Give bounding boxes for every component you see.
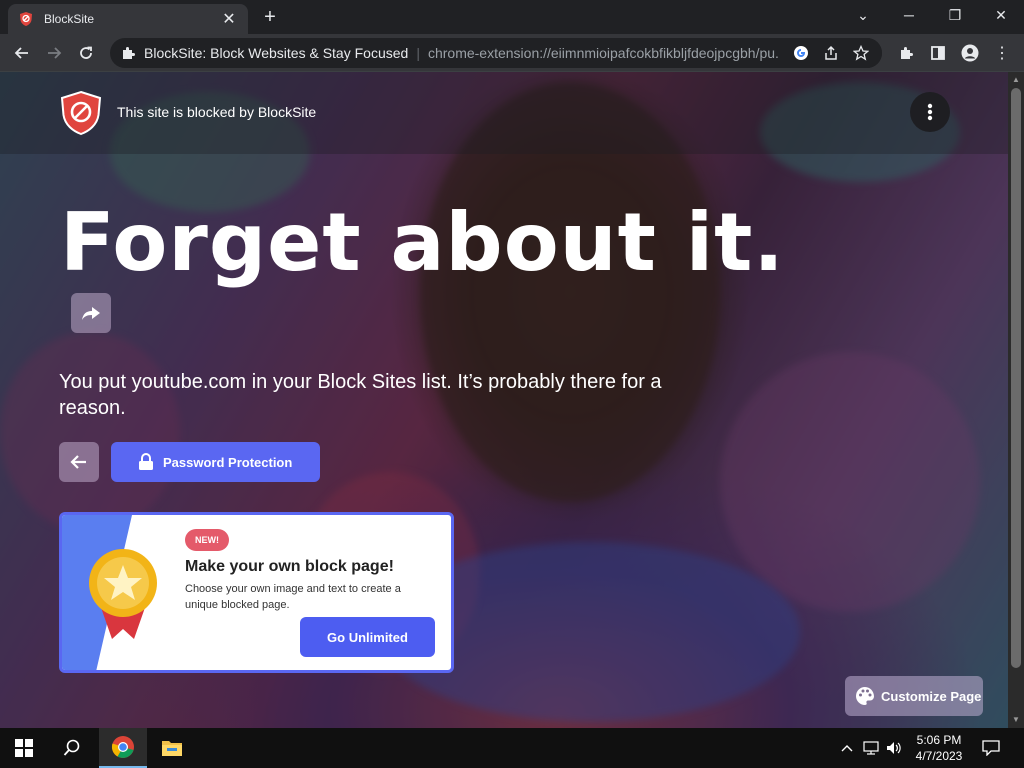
new-tab-button[interactable]: + bbox=[258, 5, 282, 29]
new-badge: NEW! bbox=[185, 529, 229, 551]
password-protection-label: Password Protection bbox=[163, 454, 293, 470]
back-arrow-icon bbox=[70, 455, 86, 469]
page-headline: Forget about it. bbox=[60, 196, 785, 289]
share-arrow-icon bbox=[82, 307, 100, 320]
address-page-title: BlockSite: Block Websites & Stay Focused bbox=[144, 45, 409, 61]
palette-icon bbox=[856, 687, 874, 705]
scroll-up-arrow-icon[interactable]: ▲ bbox=[1008, 72, 1024, 88]
promo-title: Make your own block page! bbox=[185, 558, 394, 575]
bookmark-star-icon[interactable] bbox=[846, 38, 876, 68]
browser-tab[interactable]: BlockSite ✕ bbox=[8, 4, 248, 34]
browser-menu-icon[interactable]: ⋮ bbox=[988, 39, 1016, 67]
upgrade-promo-card: NEW! Make your own block page! Choose yo… bbox=[59, 512, 454, 673]
promo-description: Choose your own image and text to create… bbox=[185, 583, 401, 611]
file-explorer-taskbar-button[interactable] bbox=[148, 728, 196, 768]
taskbar-clock[interactable]: 5:06 PM 4/7/2023 bbox=[906, 732, 972, 764]
tab-strip: BlockSite ✕ + ⌄ ─ ❐ ✕ bbox=[0, 0, 1024, 34]
address-bar-actions bbox=[780, 38, 882, 68]
customize-page-button[interactable]: Customize Page bbox=[845, 676, 983, 716]
forward-nav-icon[interactable] bbox=[40, 39, 68, 67]
go-unlimited-button[interactable]: Go Unlimited bbox=[300, 617, 435, 657]
blocksite-logo-icon bbox=[60, 90, 102, 136]
google-lens-icon[interactable] bbox=[786, 38, 816, 68]
address-bar[interactable]: BlockSite: Block Websites & Stay Focused… bbox=[110, 38, 882, 68]
chrome-taskbar-button[interactable] bbox=[99, 728, 147, 768]
volume-icon[interactable] bbox=[884, 728, 904, 768]
tab-search-icon[interactable]: ⌄ bbox=[840, 0, 886, 30]
customize-page-label: Customize Page bbox=[881, 688, 982, 704]
password-protection-button[interactable]: Password Protection bbox=[111, 442, 320, 482]
scrollbar-thumb[interactable] bbox=[1011, 88, 1021, 668]
notifications-icon[interactable] bbox=[976, 728, 1006, 768]
restore-button[interactable]: ❐ bbox=[932, 0, 978, 30]
page-viewport: This site is blocked by BlockSite Forget… bbox=[0, 72, 1008, 728]
back-nav-icon[interactable] bbox=[8, 39, 36, 67]
blocked-by-label: This site is blocked by BlockSite bbox=[117, 104, 317, 120]
show-hidden-icons-icon[interactable] bbox=[838, 728, 856, 768]
block-reason-text: You put youtube.com in your Block Sites … bbox=[59, 371, 662, 419]
page-scrollbar[interactable]: ▲ ▼ bbox=[1008, 72, 1024, 728]
address-url: chrome-extension://eiimnmioipafcokbfikbl… bbox=[427, 45, 787, 61]
share-page-icon[interactable] bbox=[816, 38, 846, 68]
tab-title: BlockSite bbox=[44, 12, 95, 26]
kebab-menu-icon bbox=[927, 103, 933, 121]
close-tab-icon[interactable]: ✕ bbox=[220, 9, 238, 29]
extension-puzzle-icon bbox=[123, 47, 135, 59]
side-panel-icon[interactable] bbox=[924, 39, 952, 67]
medal-icon bbox=[89, 549, 157, 639]
extensions-icon[interactable] bbox=[892, 39, 920, 67]
address-divider: | bbox=[416, 45, 420, 61]
network-icon[interactable] bbox=[860, 728, 882, 768]
reload-icon[interactable] bbox=[72, 39, 100, 67]
profile-avatar-icon[interactable] bbox=[956, 39, 984, 67]
folder-icon bbox=[162, 741, 182, 756]
windows-logo-icon bbox=[15, 739, 33, 757]
search-button[interactable] bbox=[48, 728, 96, 768]
chrome-icon bbox=[111, 736, 134, 758]
page-menu-button[interactable] bbox=[910, 92, 950, 132]
close-window-button[interactable]: ✕ bbox=[978, 0, 1024, 30]
clock-time: 5:06 PM bbox=[916, 733, 962, 747]
scroll-down-arrow-icon[interactable]: ▼ bbox=[1008, 712, 1024, 728]
go-back-button[interactable] bbox=[59, 442, 99, 482]
start-button[interactable] bbox=[0, 728, 48, 768]
lock-icon bbox=[139, 453, 153, 470]
browser-toolbar: BlockSite: Block Websites & Stay Focused… bbox=[0, 34, 1024, 72]
share-button[interactable] bbox=[71, 293, 111, 333]
blocksite-favicon-icon bbox=[20, 12, 32, 26]
search-icon bbox=[63, 739, 80, 756]
clock-date: 4/7/2023 bbox=[915, 749, 963, 763]
windows-taskbar: 5:06 PM 4/7/2023 bbox=[0, 728, 1024, 768]
minimize-button[interactable]: ─ bbox=[886, 0, 932, 30]
